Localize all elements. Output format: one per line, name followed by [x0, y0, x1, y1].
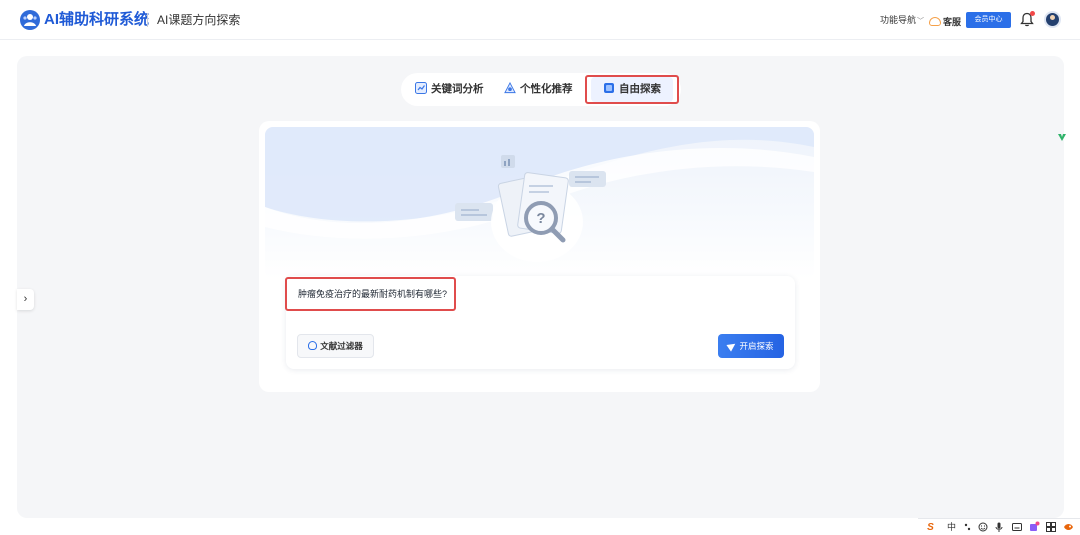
skin-icon[interactable] [1029, 521, 1040, 532]
function-nav-label: 功能导航 [880, 15, 917, 25]
bell-icon[interactable] [1020, 11, 1035, 27]
literature-filter-label: 文献过滤器 [320, 341, 363, 351]
tab-label: 关键词分析 [431, 83, 484, 95]
toolbox-icon[interactable] [1046, 522, 1056, 532]
floating-widget-icon[interactable] [1057, 132, 1067, 142]
customer-service-label: 客服 [943, 17, 962, 28]
keyword-analysis-icon [415, 82, 427, 95]
notification-dot [1030, 11, 1035, 16]
function-nav-menu[interactable]: 功能导航﹀ [880, 14, 924, 28]
recommend-icon [504, 82, 516, 94]
title-divider [147, 13, 148, 27]
page-title: AI课题方向探索 [157, 13, 241, 27]
chevron-down-icon: ﹀ [917, 18, 925, 25]
keyboard-icon[interactable] [1012, 522, 1022, 532]
hero-illustration: ? [265, 127, 814, 279]
tab-label: 个性化推荐 [520, 83, 573, 95]
tab-keyword-analysis[interactable]: 关键词分析 [415, 73, 484, 106]
free-explore-icon [604, 83, 614, 94]
user-avatar[interactable] [1044, 11, 1061, 28]
question-input[interactable]: 肿瘤免疫治疗的最新耐药机制有哪些? [298, 288, 447, 300]
svg-text:?: ? [536, 210, 545, 227]
emoji-icon[interactable] [978, 522, 988, 532]
microphone-icon[interactable] [995, 522, 1003, 533]
logo-icon[interactable] [20, 10, 40, 30]
headset-icon [929, 17, 941, 27]
sidebar-expand-button[interactable]: › [17, 289, 34, 310]
mode-tabs: 关键词分析 个性化推荐 自由探索 [401, 73, 681, 106]
start-explore-label: 开启探索 [739, 341, 774, 351]
chevron-right-icon: › [23, 293, 28, 305]
ime-fox-icon[interactable] [1063, 522, 1074, 532]
system-tray: S 中 [918, 518, 1080, 535]
send-icon [726, 340, 739, 352]
literature-filter-button[interactable]: 文献过滤器 [297, 334, 374, 358]
member-center-button[interactable]: 会员中心 [966, 12, 1011, 28]
ime-logo-icon[interactable]: S [924, 521, 937, 534]
customer-service-button[interactable]: 客服 [929, 13, 961, 27]
filter-user-icon [308, 341, 318, 351]
start-explore-button[interactable]: 开启探索 [718, 334, 784, 358]
top-bar: AI辅助科研系统 AI课题方向探索 功能导航﹀ 客服 会员中心 [0, 0, 1080, 40]
tab-free-explore[interactable]: 自由探索 [587, 73, 677, 106]
tab-label: 自由探索 [619, 83, 661, 95]
tab-personalized-recommend[interactable]: 个性化推荐 [504, 73, 573, 106]
ime-language-toggle[interactable]: 中 [945, 521, 958, 534]
app-title[interactable]: AI辅助科研系统 [44, 10, 149, 30]
punctuation-icon[interactable] [964, 523, 972, 532]
